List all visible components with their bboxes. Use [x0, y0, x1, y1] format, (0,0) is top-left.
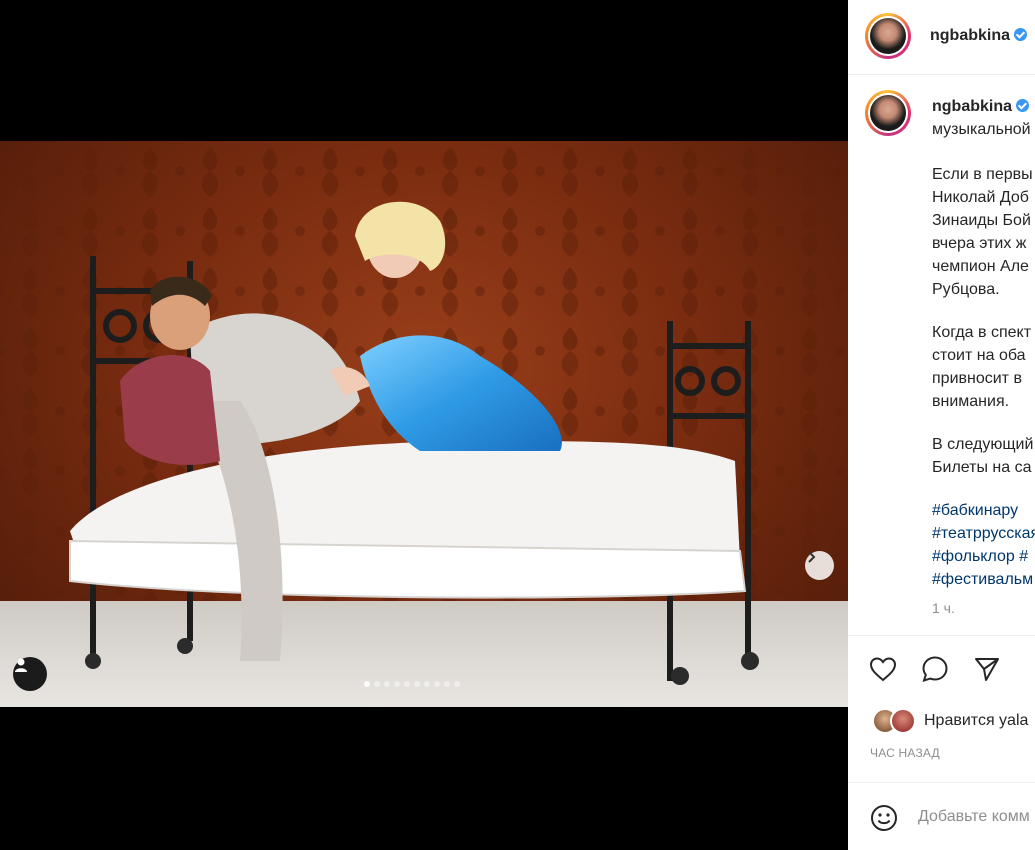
post-media	[0, 0, 848, 850]
verified-badge-icon	[1014, 28, 1028, 41]
caption-text: Николай Доб	[932, 189, 1029, 206]
stage-scene-image	[0, 141, 848, 707]
likes-summary[interactable]: Нравится yala	[872, 708, 1028, 734]
header-username-text[interactable]: ngbabkina	[930, 27, 1010, 44]
caption-text: внимания.	[932, 393, 1010, 410]
hashtag-link[interactable]: #фестивальм	[932, 571, 1033, 589]
hashtag-link[interactable]: #театррусская	[932, 525, 1035, 543]
chevron-right-icon	[808, 551, 816, 563]
carousel-dot	[374, 681, 380, 687]
send-icon	[975, 658, 999, 681]
caption-text: стоит на оба	[932, 347, 1026, 364]
share-button[interactable]	[972, 654, 1002, 684]
carousel-dot	[434, 681, 440, 687]
comment-button[interactable]	[920, 654, 950, 684]
comment-input[interactable]: Добавьте комм	[918, 808, 1030, 826]
caption-text: Если в первы	[932, 166, 1033, 183]
caption-timestamp[interactable]: 1 ч.	[932, 600, 955, 616]
carousel-dot	[424, 681, 430, 687]
carousel-dot	[414, 681, 420, 687]
caption-text: Зинаиды Бой	[932, 212, 1031, 229]
caption-text: В следующий	[932, 436, 1034, 453]
likes-text[interactable]: Нравится yala	[924, 712, 1028, 730]
caption-text: вчера этих ж	[932, 235, 1027, 252]
post-side-panel: ngbabkina ngbabkina музыкальной Если в п…	[848, 0, 1035, 850]
verified-badge-icon	[1016, 99, 1030, 112]
carousel-dot	[364, 681, 370, 687]
hashtag-link[interactable]: #фольклор #	[932, 548, 1028, 566]
post-timestamp: ЧАС НАЗАД	[870, 746, 940, 760]
heart-icon	[869, 657, 897, 682]
carousel-indicator	[364, 681, 460, 687]
header-username[interactable]: ngbabkina	[930, 27, 1028, 45]
carousel-dot	[444, 681, 450, 687]
caption-text: музыкальной	[932, 121, 1031, 138]
caption-username-text[interactable]: ngbabkina	[932, 98, 1012, 115]
post-header: ngbabkina	[848, 0, 1035, 75]
user-tag-icon	[15, 658, 27, 672]
carousel-next-button[interactable]	[805, 551, 834, 580]
avatar[interactable]	[865, 13, 911, 59]
carousel-dot	[394, 681, 400, 687]
carousel-dot	[384, 681, 390, 687]
caption-text: Билеты на са	[932, 459, 1032, 476]
comment-bar: Добавьте комм	[848, 782, 1035, 850]
comment-icon	[922, 656, 948, 683]
caption-avatar[interactable]	[865, 90, 911, 136]
hashtag-link[interactable]: #бабкинару	[932, 502, 1018, 520]
post-photo[interactable]	[0, 141, 848, 707]
carousel-dot	[454, 681, 460, 687]
caption-text: Когда в спект	[932, 324, 1032, 341]
liker-avatar	[890, 708, 916, 734]
post-actions	[868, 654, 1002, 684]
caption-text: привносит в	[932, 370, 1022, 387]
emoji-icon[interactable]	[870, 804, 898, 832]
like-button[interactable]	[868, 654, 898, 684]
carousel-dot	[404, 681, 410, 687]
caption-text: чемпион Але	[932, 258, 1029, 275]
tagged-users-button[interactable]	[13, 657, 47, 691]
caption-username[interactable]: ngbabkina	[932, 98, 1030, 116]
caption-section: ngbabkina музыкальной Если в первы Никол…	[848, 75, 1035, 636]
caption-text: Рубцова.	[932, 281, 1000, 298]
